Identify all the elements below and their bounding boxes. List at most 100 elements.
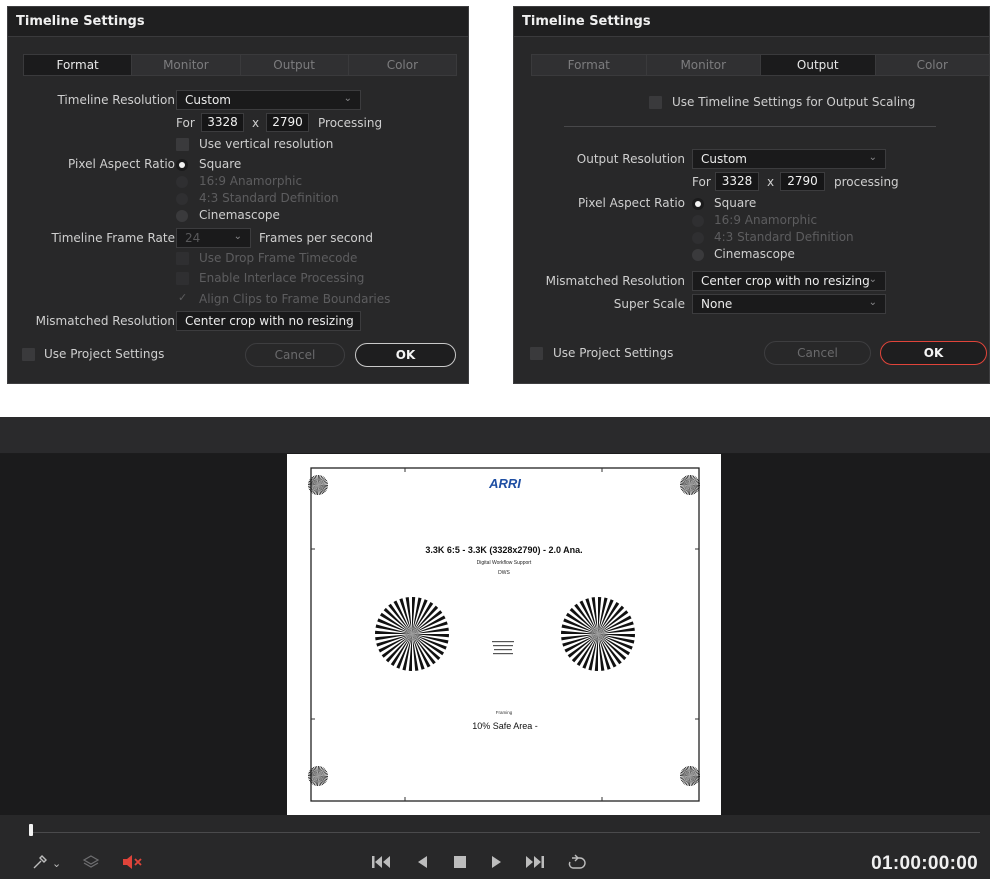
drop-frame-label: Use Drop Frame Timecode — [199, 251, 358, 265]
framing-chart-graphic: ARRI 3.3K 6:5 - 3.3K (3328x2790) - 2.0 A… — [308, 467, 700, 802]
processing-label: Processing — [318, 116, 383, 130]
height-input[interactable]: 2790 — [266, 113, 309, 132]
chart-subtitle-1: Digital Workflow Support — [477, 560, 532, 566]
ok-button[interactable]: OK — [880, 341, 987, 365]
par-cinemascope-label: Cinemascope — [199, 208, 280, 222]
tab-monitor[interactable]: Monitor — [132, 55, 241, 75]
timeline-scrubber[interactable] — [30, 832, 980, 833]
width-input[interactable]: 3328 — [201, 113, 244, 132]
tab-format[interactable]: Format — [532, 55, 647, 75]
par-anamorphic-label: 16:9 Anamorphic — [199, 174, 303, 188]
width-input[interactable]: 3328 — [715, 172, 759, 191]
chevron-down-icon: ⌄ — [868, 297, 877, 308]
corner-star-bottom-right — [680, 766, 700, 786]
frame-rate-dropdown: 24 ⌄ — [176, 228, 251, 248]
interlace-label: Enable Interlace Processing — [199, 271, 365, 285]
use-project-settings-label: Use Project Settings — [553, 346, 674, 360]
mismatched-resolution-value: Center crop with no resizing — [185, 314, 354, 328]
par-square-radio[interactable] — [176, 159, 188, 171]
vertical-resolution-label: Use vertical resolution — [199, 137, 334, 151]
tab-monitor[interactable]: Monitor — [647, 55, 761, 75]
tab-output[interactable]: Output — [761, 55, 876, 75]
fps-label: Frames per second — [259, 231, 373, 245]
for-label: For — [692, 175, 711, 189]
interlace-checkbox — [176, 272, 189, 285]
tab-color[interactable]: Color — [876, 55, 990, 75]
super-scale-label: Super Scale — [613, 297, 685, 311]
par-square-label: Square — [714, 196, 757, 210]
checkmark-icon: ✓ — [178, 291, 188, 304]
mismatched-resolution-dropdown[interactable]: Center crop with no resizing ⌄ — [692, 271, 886, 291]
cancel-button[interactable]: Cancel — [764, 341, 871, 365]
layers-icon[interactable] — [82, 854, 100, 874]
tab-color[interactable]: Color — [349, 55, 456, 75]
mismatched-resolution-dropdown[interactable]: Center crop with no resizing ⌄ — [176, 311, 361, 331]
output-resolution-label: Output Resolution — [576, 152, 685, 166]
skip-forward-icon[interactable] — [525, 854, 545, 874]
par-sd-label: 4:3 Standard Definition — [199, 191, 339, 205]
stop-icon[interactable] — [453, 854, 467, 874]
frame-rate-label: Timeline Frame Rate — [51, 231, 175, 245]
chart-framing-label: Framing — [496, 710, 513, 715]
tab-output[interactable]: Output — [241, 55, 349, 75]
par-sd-radio — [692, 232, 704, 244]
chevron-down-icon: ⌄ — [233, 231, 242, 242]
par-cinemascope-radio[interactable] — [176, 210, 188, 222]
chart-safe-area-label: 10% Safe Area - — [472, 721, 538, 731]
arri-logo: ARRI — [488, 476, 521, 491]
chevron-down-icon: ⌄ — [868, 152, 877, 163]
divider — [564, 126, 936, 127]
tab-bar: Format Monitor Output Color — [531, 54, 990, 76]
speaker-muted-icon[interactable] — [121, 854, 143, 874]
cancel-button[interactable]: Cancel — [245, 343, 345, 367]
mismatched-resolution-label: Mismatched Resolution — [545, 274, 685, 288]
corner-star-top-left — [308, 475, 328, 495]
vertical-resolution-checkbox[interactable] — [176, 138, 189, 151]
output-resolution-dropdown[interactable]: Custom ⌄ — [692, 149, 886, 169]
super-scale-value: None — [701, 297, 733, 311]
skip-back-icon[interactable] — [371, 854, 391, 874]
playhead[interactable] — [29, 824, 33, 836]
ok-button[interactable]: OK — [355, 343, 456, 367]
super-scale-dropdown[interactable]: None ⌄ — [692, 294, 886, 314]
use-timeline-settings-checkbox[interactable] — [649, 96, 662, 109]
use-project-settings-checkbox[interactable] — [530, 347, 543, 360]
siemens-star-right — [561, 597, 635, 671]
chart-title: 3.3K 6:5 - 3.3K (3328x2790) - 2.0 Ana. — [425, 545, 582, 555]
play-icon[interactable] — [490, 854, 504, 874]
use-project-settings-checkbox[interactable] — [22, 348, 35, 361]
eyedropper-icon[interactable] — [32, 854, 48, 874]
par-anamorphic-radio — [692, 215, 704, 227]
viewer-canvas[interactable]: ARRI 3.3K 6:5 - 3.3K (3328x2790) - 2.0 A… — [0, 454, 990, 815]
par-cinemascope-label: Cinemascope — [714, 247, 795, 261]
timeline-settings-output-dialog: Timeline Settings Format Monitor Output … — [513, 6, 990, 384]
par-square-radio[interactable] — [692, 198, 704, 210]
for-label: For — [176, 116, 195, 130]
play-reverse-icon[interactable] — [415, 854, 429, 874]
timeline-resolution-dropdown[interactable]: Custom ⌄ — [176, 90, 361, 110]
framing-chart: ARRI 3.3K 6:5 - 3.3K (3328x2790) - 2.0 A… — [287, 454, 721, 815]
pixel-aspect-ratio-label: Pixel Aspect Ratio — [578, 196, 685, 210]
par-square-label: Square — [199, 157, 242, 171]
x-label: x — [252, 116, 260, 130]
align-clips-label: Align Clips to Frame Boundaries — [199, 292, 391, 306]
par-anamorphic-radio — [176, 176, 188, 188]
height-input[interactable]: 2790 — [780, 172, 825, 191]
center-info-block — [492, 641, 514, 655]
timeline-resolution-label: Timeline Resolution — [57, 93, 175, 107]
use-project-settings-label: Use Project Settings — [44, 347, 165, 361]
mismatched-resolution-label: Mismatched Resolution — [35, 314, 175, 328]
dialog-title: Timeline Settings — [514, 7, 989, 37]
chart-subtitle-2: DWS — [498, 570, 510, 576]
loop-icon[interactable] — [567, 854, 587, 874]
par-sd-label: 4:3 Standard Definition — [714, 230, 854, 244]
mismatched-resolution-value: Center crop with no resizing — [701, 274, 870, 288]
dialog-title: Timeline Settings — [8, 7, 468, 37]
par-sd-radio — [176, 193, 188, 205]
chevron-down-icon: ⌄ — [343, 314, 352, 325]
par-cinemascope-radio[interactable] — [692, 249, 704, 261]
par-anamorphic-label: 16:9 Anamorphic — [714, 213, 818, 227]
tab-format[interactable]: Format — [24, 55, 133, 75]
chevron-down-icon[interactable]: ⌄ — [52, 857, 61, 870]
x-label: x — [767, 175, 775, 189]
